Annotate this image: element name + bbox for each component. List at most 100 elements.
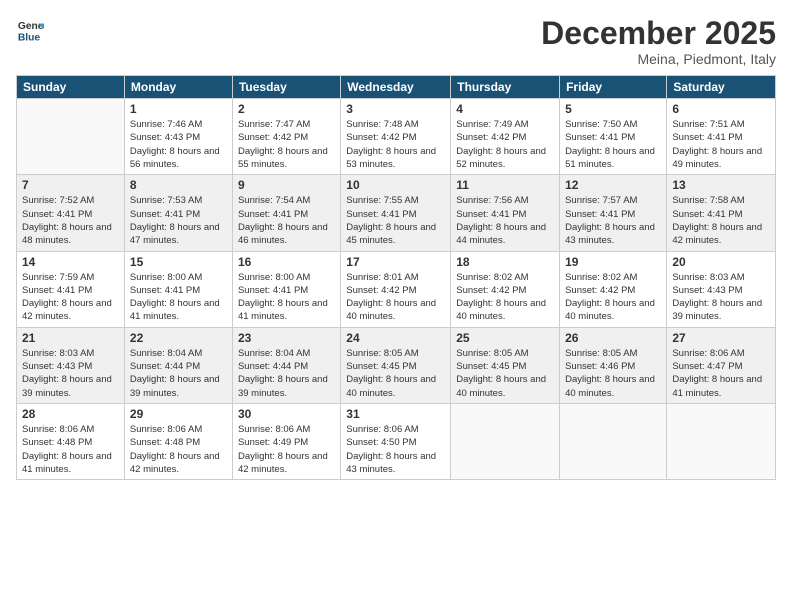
calendar-day-cell — [17, 99, 125, 175]
calendar-header-row: SundayMondayTuesdayWednesdayThursdayFrid… — [17, 76, 776, 99]
calendar-day-cell — [560, 403, 667, 479]
day-number: 26 — [565, 331, 661, 345]
day-number: 6 — [672, 102, 770, 116]
calendar-day-cell: 6 Sunrise: 7:51 AMSunset: 4:41 PMDaylight… — [667, 99, 776, 175]
calendar-day-cell: 25Sunrise: 8:05 AMSunset: 4:45 PMDayligh… — [451, 327, 560, 403]
day-detail: Sunrise: 7:47 AMSunset: 4:42 PMDaylight:… — [238, 118, 335, 171]
calendar-day-cell: 27 Sunrise: 8:06 AMSunset: 4:47 PMDayligh… — [667, 327, 776, 403]
calendar-week-row: 28 Sunrise: 8:06 AMSunset: 4:48 PMDayligh… — [17, 403, 776, 479]
day-number: 23 — [238, 331, 335, 345]
day-number: 20 — [672, 255, 770, 269]
calendar-day-cell: 20 Sunrise: 8:03 AMSunset: 4:43 PMDayligh… — [667, 251, 776, 327]
calendar-day-cell: 5 Sunrise: 7:50 AMSunset: 4:41 PMDaylight… — [560, 99, 667, 175]
calendar-day-cell — [667, 403, 776, 479]
calendar-container: General Blue December 2025 Meina, Piedmo… — [0, 0, 792, 612]
day-detail: Sunrise: 7:50 AMSunset: 4:41 PMDaylight:… — [565, 118, 661, 171]
calendar-header-friday: Friday — [560, 76, 667, 99]
day-detail: Sunrise: 8:04 AMSunset: 4:44 PMDaylight:… — [238, 347, 335, 400]
calendar-day-cell: 26Sunrise: 8:05 AMSunset: 4:46 PMDayligh… — [560, 327, 667, 403]
day-detail: Sunrise: 8:00 AMSunset: 4:41 PMDaylight:… — [238, 271, 335, 324]
header: General Blue December 2025 Meina, Piedmo… — [16, 16, 776, 67]
calendar-day-cell: 31Sunrise: 8:06 AMSunset: 4:50 PMDayligh… — [341, 403, 451, 479]
calendar-day-cell: 16Sunrise: 8:00 AMSunset: 4:41 PMDayligh… — [232, 251, 340, 327]
day-detail: Sunrise: 8:00 AMSunset: 4:41 PMDaylight:… — [130, 271, 227, 324]
calendar-week-row: 1Sunrise: 7:46 AMSunset: 4:43 PMDaylight… — [17, 99, 776, 175]
day-detail: Sunrise: 8:01 AMSunset: 4:42 PMDaylight:… — [346, 271, 445, 324]
day-detail: Sunrise: 8:03 AMSunset: 4:43 PMDaylight:… — [672, 271, 770, 324]
day-detail: Sunrise: 8:02 AMSunset: 4:42 PMDaylight:… — [565, 271, 661, 324]
calendar-day-cell: 3Sunrise: 7:48 AMSunset: 4:42 PMDaylight… — [341, 99, 451, 175]
day-number: 2 — [238, 102, 335, 116]
calendar-day-cell: 21 Sunrise: 8:03 AMSunset: 4:43 PMDayligh… — [17, 327, 125, 403]
day-number: 28 — [22, 407, 119, 421]
day-number: 22 — [130, 331, 227, 345]
day-number: 8 — [130, 178, 227, 192]
calendar-header-wednesday: Wednesday — [341, 76, 451, 99]
calendar-day-cell: 13 Sunrise: 7:58 AMSunset: 4:41 PMDayligh… — [667, 175, 776, 251]
title-block: December 2025 Meina, Piedmont, Italy — [541, 16, 776, 67]
calendar-day-cell: 8 Sunrise: 7:53 AMSunset: 4:41 PMDaylight… — [124, 175, 232, 251]
calendar-day-cell: 19 Sunrise: 8:02 AMSunset: 4:42 PMDayligh… — [560, 251, 667, 327]
day-number: 29 — [130, 407, 227, 421]
day-number: 21 — [22, 331, 119, 345]
logo: General Blue — [16, 16, 44, 44]
day-detail: Sunrise: 7:49 AMSunset: 4:42 PMDaylight:… — [456, 118, 554, 171]
day-number: 25 — [456, 331, 554, 345]
calendar-header-thursday: Thursday — [451, 76, 560, 99]
svg-text:General: General — [18, 21, 44, 32]
calendar-day-cell: 18Sunrise: 8:02 AMSunset: 4:42 PMDayligh… — [451, 251, 560, 327]
calendar-day-cell: 29 Sunrise: 8:06 AMSunset: 4:48 PMDayligh… — [124, 403, 232, 479]
day-detail: Sunrise: 7:46 AMSunset: 4:43 PMDaylight:… — [130, 118, 227, 171]
day-detail: Sunrise: 7:59 AMSunset: 4:41 PMDaylight:… — [22, 271, 119, 324]
calendar-header-sunday: Sunday — [17, 76, 125, 99]
calendar-day-cell: 2 Sunrise: 7:47 AMSunset: 4:42 PMDaylight… — [232, 99, 340, 175]
day-detail: Sunrise: 8:06 AMSunset: 4:47 PMDaylight:… — [672, 347, 770, 400]
calendar-week-row: 21 Sunrise: 8:03 AMSunset: 4:43 PMDayligh… — [17, 327, 776, 403]
day-number: 15 — [130, 255, 227, 269]
day-number: 4 — [456, 102, 554, 116]
calendar-day-cell: 28Sunrise: 8:06 AMSunset: 4:48 PMDayligh… — [17, 403, 125, 479]
calendar-day-cell: 22Sunrise: 8:04 AMSunset: 4:44 PMDayligh… — [124, 327, 232, 403]
day-number: 3 — [346, 102, 445, 116]
day-number: 12 — [565, 178, 661, 192]
calendar-header-saturday: Saturday — [667, 76, 776, 99]
day-detail: Sunrise: 7:53 AMSunset: 4:41 PMDaylight:… — [130, 194, 227, 247]
day-number: 5 — [565, 102, 661, 116]
calendar-day-cell: 9Sunrise: 7:54 AMSunset: 4:41 PMDaylight… — [232, 175, 340, 251]
logo-icon: General Blue — [16, 16, 44, 44]
day-detail: Sunrise: 8:06 AMSunset: 4:50 PMDaylight:… — [346, 423, 445, 476]
calendar-day-cell: 10Sunrise: 7:55 AMSunset: 4:41 PMDayligh… — [341, 175, 451, 251]
day-number: 7 — [22, 178, 119, 192]
day-number: 19 — [565, 255, 661, 269]
calendar-day-cell: 24Sunrise: 8:05 AMSunset: 4:45 PMDayligh… — [341, 327, 451, 403]
calendar-day-cell: 15 Sunrise: 8:00 AMSunset: 4:41 PMDayligh… — [124, 251, 232, 327]
day-detail: Sunrise: 7:57 AMSunset: 4:41 PMDaylight:… — [565, 194, 661, 247]
day-detail: Sunrise: 7:52 AMSunset: 4:41 PMDaylight:… — [22, 194, 119, 247]
day-number: 18 — [456, 255, 554, 269]
calendar-day-cell: 12 Sunrise: 7:57 AMSunset: 4:41 PMDayligh… — [560, 175, 667, 251]
day-detail: Sunrise: 7:51 AMSunset: 4:41 PMDaylight:… — [672, 118, 770, 171]
month-title: December 2025 — [541, 16, 776, 51]
day-detail: Sunrise: 7:56 AMSunset: 4:41 PMDaylight:… — [456, 194, 554, 247]
location: Meina, Piedmont, Italy — [541, 51, 776, 67]
day-detail: Sunrise: 7:58 AMSunset: 4:41 PMDaylight:… — [672, 194, 770, 247]
calendar-header-tuesday: Tuesday — [232, 76, 340, 99]
day-detail: Sunrise: 8:06 AMSunset: 4:48 PMDaylight:… — [130, 423, 227, 476]
day-number: 14 — [22, 255, 119, 269]
day-detail: Sunrise: 8:03 AMSunset: 4:43 PMDaylight:… — [22, 347, 119, 400]
day-number: 17 — [346, 255, 445, 269]
calendar-header-monday: Monday — [124, 76, 232, 99]
day-number: 9 — [238, 178, 335, 192]
day-number: 24 — [346, 331, 445, 345]
day-number: 13 — [672, 178, 770, 192]
calendar-day-cell: 17 Sunrise: 8:01 AMSunset: 4:42 PMDayligh… — [341, 251, 451, 327]
calendar-day-cell: 1Sunrise: 7:46 AMSunset: 4:43 PMDaylight… — [124, 99, 232, 175]
calendar-day-cell: 4 Sunrise: 7:49 AMSunset: 4:42 PMDaylight… — [451, 99, 560, 175]
calendar-day-cell: 23 Sunrise: 8:04 AMSunset: 4:44 PMDayligh… — [232, 327, 340, 403]
day-number: 10 — [346, 178, 445, 192]
calendar-day-cell: 30Sunrise: 8:06 AMSunset: 4:49 PMDayligh… — [232, 403, 340, 479]
day-number: 27 — [672, 331, 770, 345]
calendar-day-cell — [451, 403, 560, 479]
calendar-day-cell: 14 Sunrise: 7:59 AMSunset: 4:41 PMDayligh… — [17, 251, 125, 327]
calendar-day-cell: 7 Sunrise: 7:52 AMSunset: 4:41 PMDaylight… — [17, 175, 125, 251]
